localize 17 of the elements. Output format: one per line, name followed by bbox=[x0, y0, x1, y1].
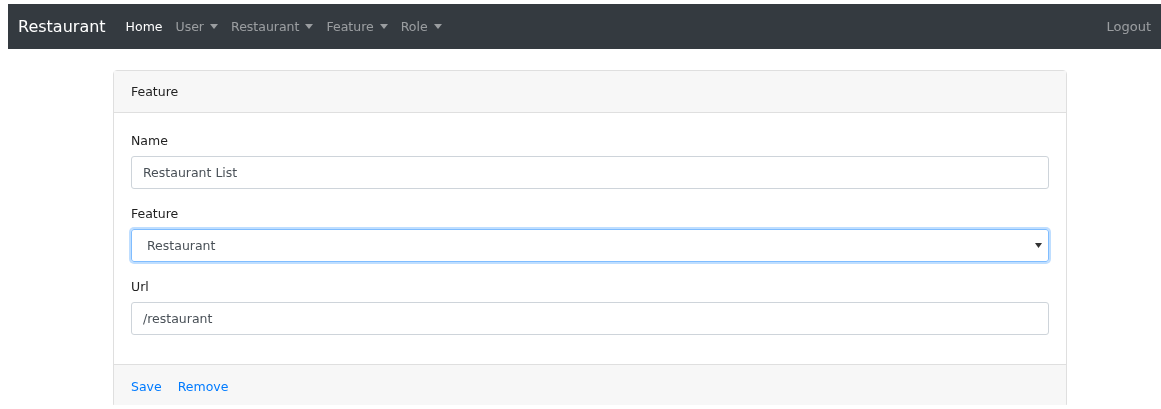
input-field[interactable]: Restaurant List bbox=[131, 156, 1049, 189]
nav-link[interactable]: User bbox=[175, 19, 218, 34]
field-label: Feature bbox=[131, 206, 180, 221]
logout-link[interactable]: Logout bbox=[1106, 19, 1151, 34]
field-label: Url bbox=[131, 279, 150, 294]
nav-link[interactable]: Restaurant bbox=[231, 19, 314, 34]
select-field[interactable]: Restaurant bbox=[131, 229, 1049, 262]
card-title: Feature bbox=[131, 84, 179, 99]
input-field[interactable]: /restaurant bbox=[131, 302, 1049, 335]
nav-link[interactable]: Feature bbox=[326, 19, 388, 34]
field-label: Name bbox=[131, 133, 169, 148]
action-link[interactable]: Remove bbox=[177, 378, 229, 394]
nav-link[interactable]: Role bbox=[400, 19, 442, 34]
brand-link[interactable]: Restaurant bbox=[18, 17, 106, 36]
nav-link[interactable]: Home bbox=[125, 19, 163, 34]
caret-icon bbox=[1035, 243, 1042, 248]
action-link[interactable]: Save bbox=[131, 378, 162, 394]
